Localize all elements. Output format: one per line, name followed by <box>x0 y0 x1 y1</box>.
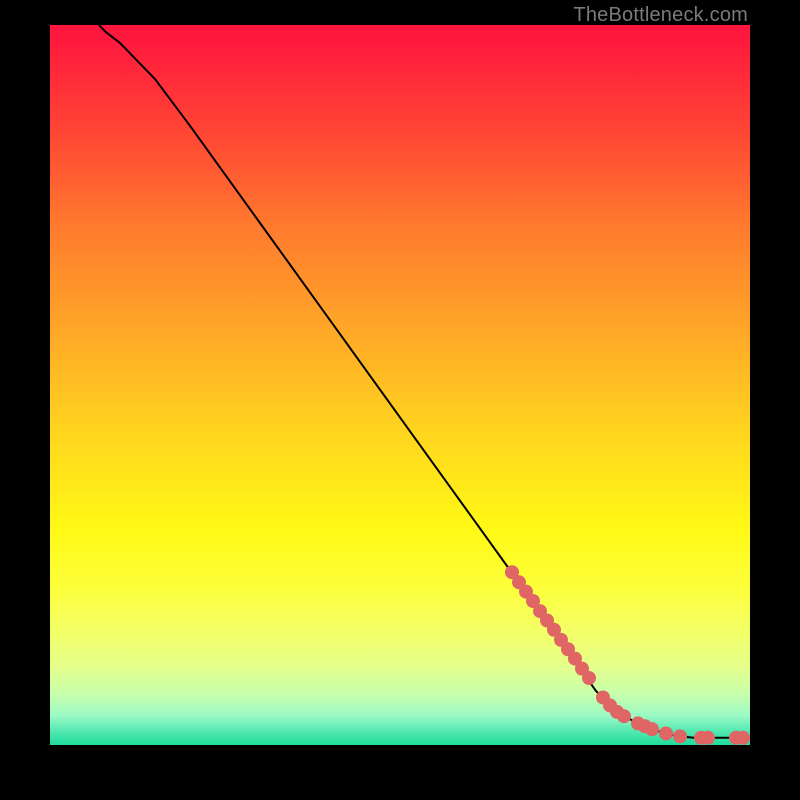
data-point <box>659 726 673 740</box>
watermark-text: TheBottleneck.com <box>573 4 748 27</box>
data-point <box>617 709 631 723</box>
data-point <box>645 722 659 736</box>
data-point <box>736 731 750 745</box>
plot-area <box>50 25 750 745</box>
chart-overlay <box>50 25 750 745</box>
chart-frame: TheBottleneck.com <box>0 0 800 800</box>
data-point <box>701 731 715 745</box>
data-point <box>582 671 596 685</box>
data-point <box>673 729 687 743</box>
curve-line <box>99 25 750 738</box>
scatter-points <box>505 565 750 745</box>
